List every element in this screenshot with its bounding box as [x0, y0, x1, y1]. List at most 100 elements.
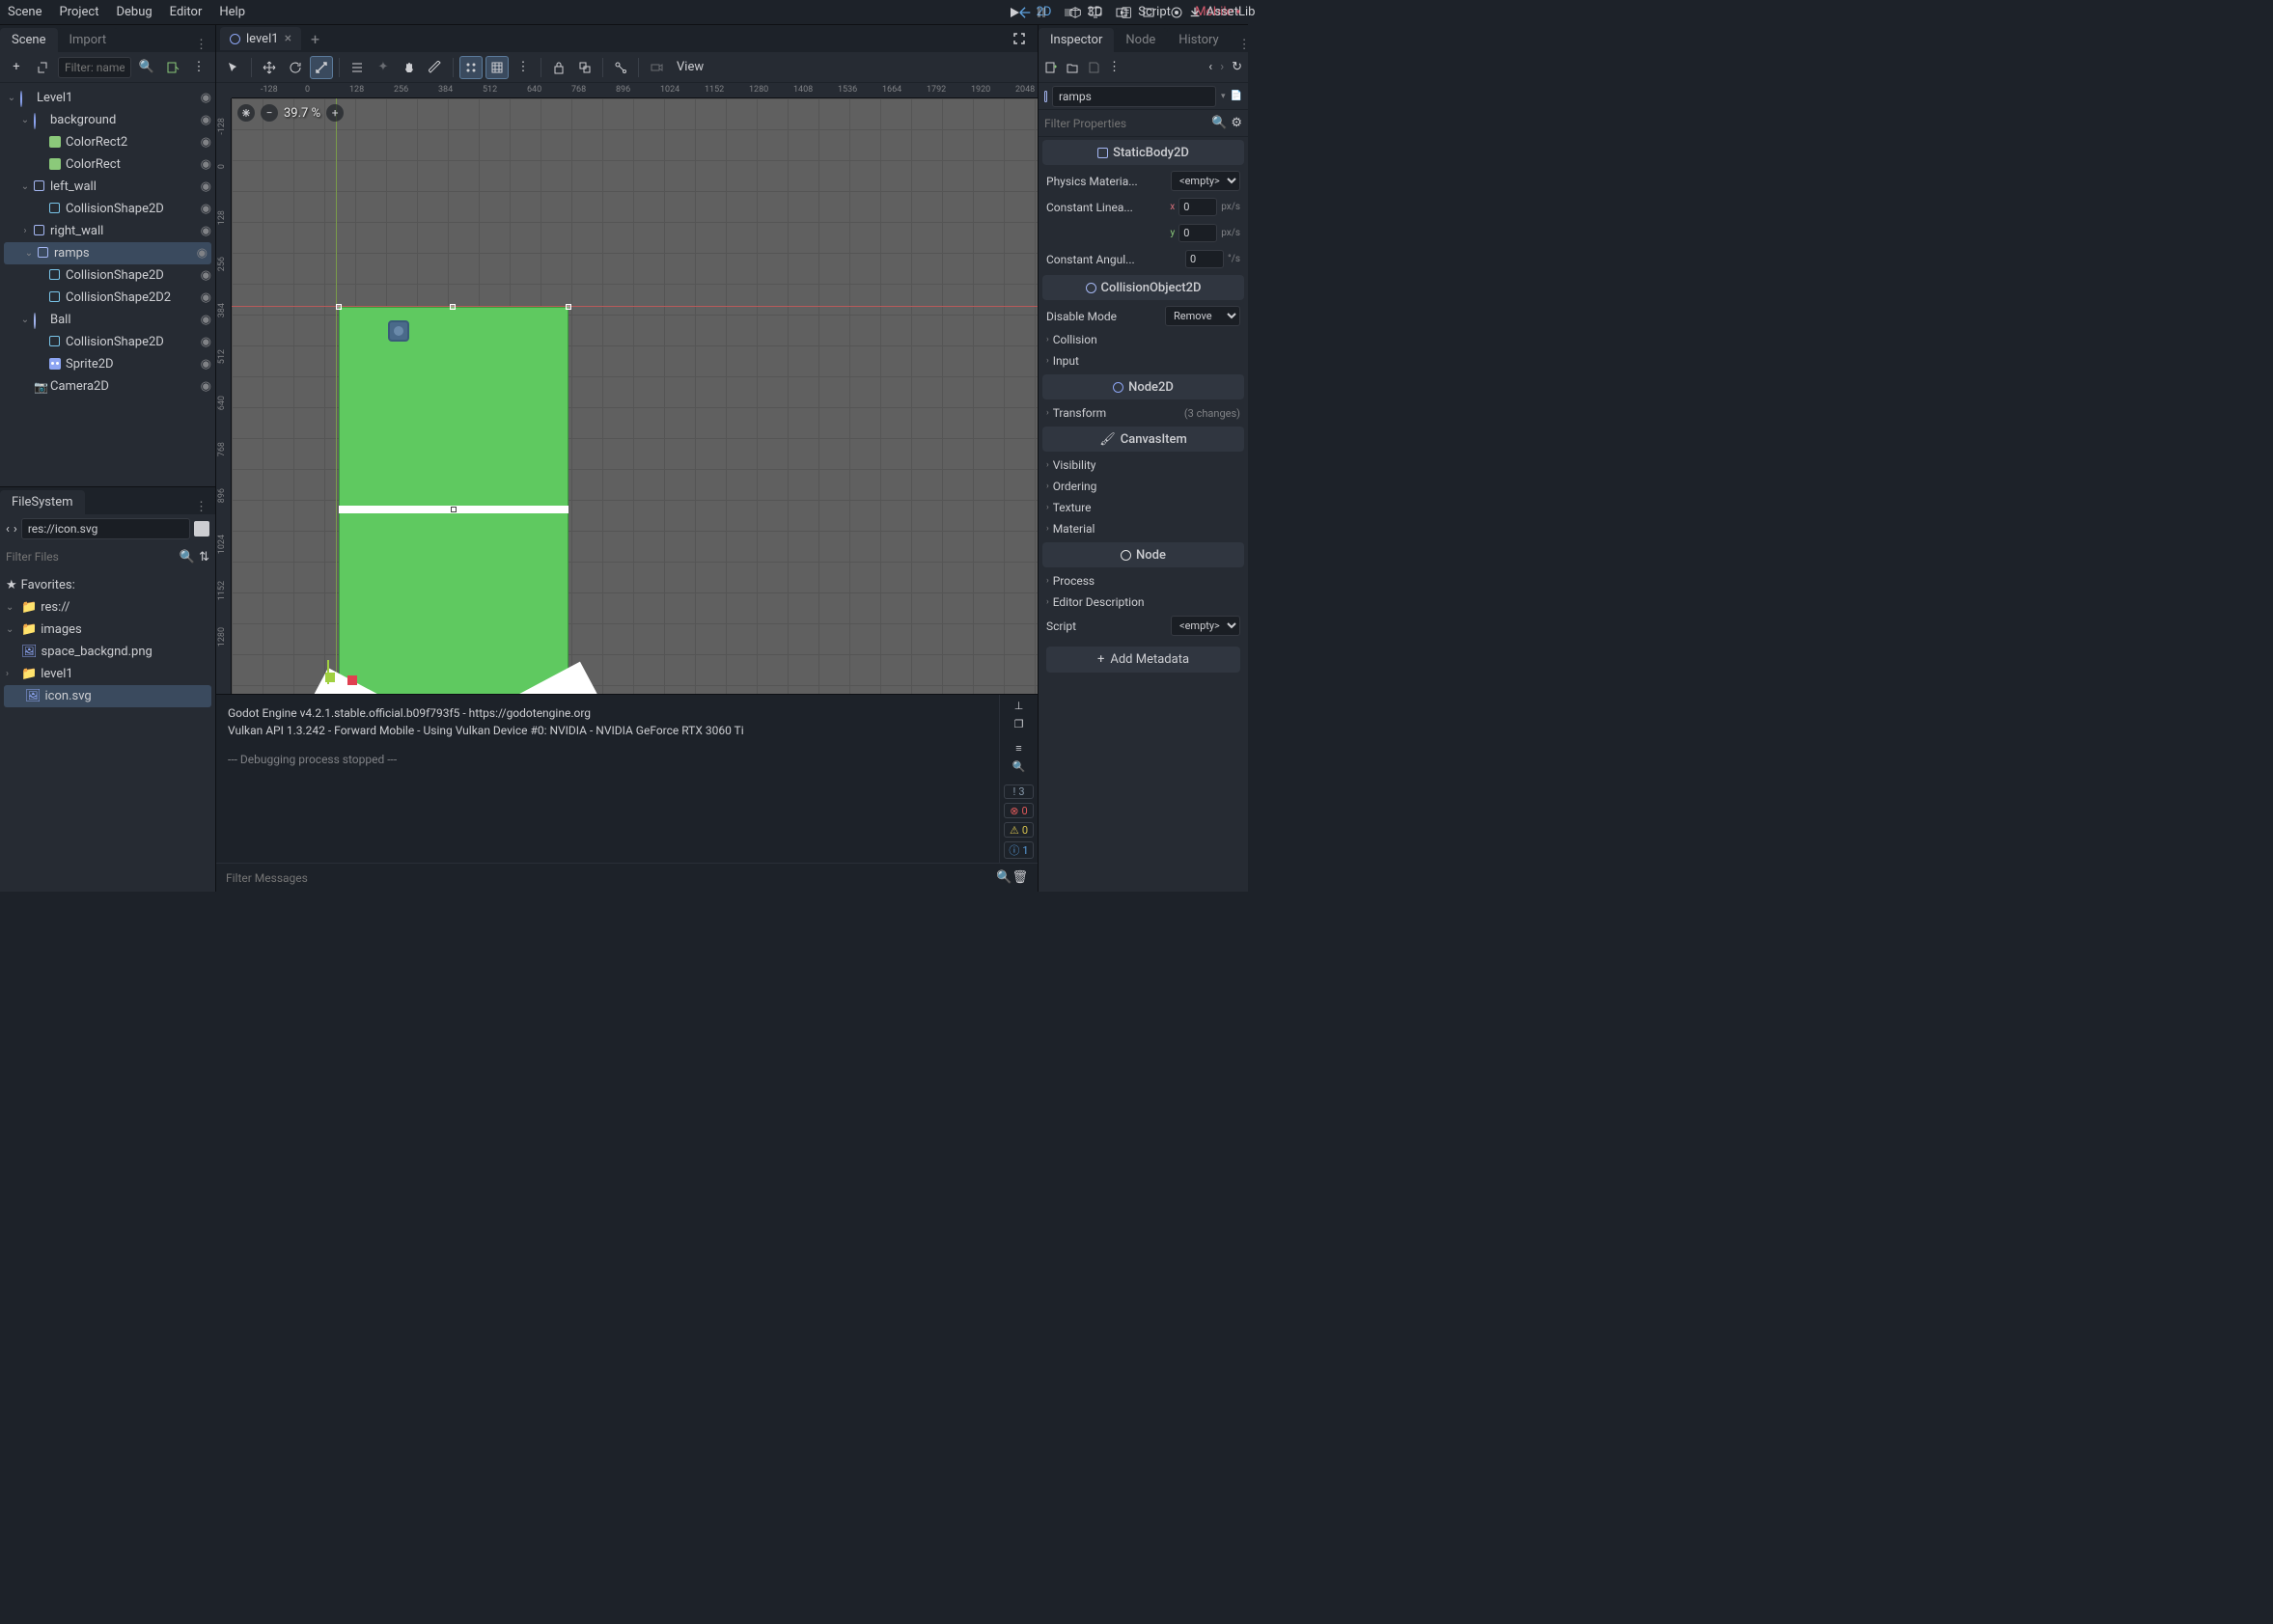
- search-icon[interactable]: 🔍: [1211, 116, 1227, 130]
- visibility-toggle[interactable]: ◉: [197, 246, 208, 261]
- fs-back-button[interactable]: ‹: [6, 522, 10, 537]
- scene-tree[interactable]: ⌄Level1◉⌄background◉ColorRect2◉ColorRect…: [0, 83, 215, 486]
- scale-tool[interactable]: [310, 56, 333, 79]
- fs-item-space-backgnd-png[interactable]: 🖼space_backgnd.png: [0, 641, 215, 663]
- dock-menu-icon[interactable]: ⋮: [187, 38, 215, 52]
- move-tool[interactable]: [258, 56, 281, 79]
- tree-node-right_wall[interactable]: ›right_wall◉: [0, 220, 215, 242]
- snap-options-button[interactable]: ⋮: [512, 56, 535, 79]
- inspector-body[interactable]: StaticBody2D Physics Materia... <empty> …: [1039, 137, 1248, 892]
- tab-import[interactable]: Import: [58, 28, 119, 52]
- visibility-toggle[interactable]: ◉: [201, 313, 211, 327]
- filesystem-menu-icon[interactable]: ⋮: [187, 500, 215, 514]
- tree-node-collisionshape2d2[interactable]: CollisionShape2D2◉: [0, 287, 215, 309]
- visibility-toggle[interactable]: ◉: [201, 379, 211, 394]
- history-back-button[interactable]: ‹: [1208, 60, 1212, 74]
- inspector-menu-icon[interactable]: ⋮: [1231, 38, 1259, 52]
- output-info-badge[interactable]: ⓘ1: [1004, 841, 1034, 859]
- instance-scene-button[interactable]: [32, 57, 53, 78]
- visibility-toggle[interactable]: ◉: [201, 357, 211, 372]
- prop-constant-linear[interactable]: Constant Linea... xpx/s: [1039, 194, 1248, 220]
- output-warn-badge[interactable]: ⚠0: [1004, 822, 1034, 838]
- search-icon[interactable]: 🔍: [996, 870, 1012, 885]
- node-name-input[interactable]: [1052, 86, 1216, 107]
- new-tab-button[interactable]: +: [301, 30, 329, 48]
- tree-node-collisionshape2d[interactable]: CollisionShape2D◉: [0, 264, 215, 287]
- menu-scene[interactable]: Scene: [8, 5, 42, 19]
- search-icon[interactable]: 🔍: [180, 550, 195, 564]
- section-node[interactable]: Node: [1042, 542, 1244, 567]
- visibility-toggle[interactable]: ◉: [201, 157, 211, 172]
- viewport-2d[interactable]: -128012825638451264076889610241152128014…: [216, 83, 1038, 694]
- visibility-toggle[interactable]: ◉: [201, 202, 211, 216]
- attach-script-button[interactable]: [162, 57, 183, 78]
- physics-material-dropdown[interactable]: <empty>: [1171, 171, 1240, 191]
- visibility-toggle[interactable]: ◉: [201, 268, 211, 283]
- menu-help[interactable]: Help: [219, 5, 245, 19]
- output-filter-input[interactable]: [226, 871, 996, 885]
- add-node-button[interactable]: +: [6, 57, 27, 78]
- fs-forward-button[interactable]: ›: [14, 522, 17, 537]
- select-tool[interactable]: [222, 56, 245, 79]
- tree-node-colorrect[interactable]: ColorRect◉: [0, 153, 215, 176]
- fs-path-input[interactable]: [21, 518, 190, 539]
- new-resource-button[interactable]: [1044, 61, 1058, 74]
- foldout-collision[interactable]: ›Collision: [1039, 329, 1248, 350]
- skeleton-button[interactable]: [609, 56, 632, 79]
- fs-item-res---[interactable]: ⌄📁res://: [0, 596, 215, 619]
- history-button[interactable]: ↻: [1232, 60, 1242, 74]
- output-search[interactable]: 🔍: [1004, 759, 1034, 774]
- search-icon[interactable]: 🔍: [136, 57, 157, 78]
- load-resource-button[interactable]: [1066, 61, 1079, 74]
- tab-filesystem[interactable]: FileSystem: [0, 490, 85, 514]
- selection-handle[interactable]: [566, 304, 571, 310]
- output-tool-3[interactable]: ≡: [1004, 741, 1034, 756]
- output-red-badge[interactable]: ⊗0: [1004, 803, 1034, 818]
- tab-history[interactable]: History: [1167, 28, 1230, 52]
- menu-editor[interactable]: Editor: [170, 5, 203, 19]
- visibility-toggle[interactable]: ◉: [201, 135, 211, 150]
- visibility-toggle[interactable]: ◉: [201, 91, 211, 105]
- section-node2d[interactable]: Node2D: [1042, 374, 1244, 399]
- visibility-toggle[interactable]: ◉: [201, 224, 211, 238]
- smart-snap-button[interactable]: [459, 56, 483, 79]
- selection-handle[interactable]: [336, 304, 342, 310]
- visibility-toggle[interactable]: ◉: [201, 335, 211, 349]
- inspector-extra-menu[interactable]: ⋮: [1108, 60, 1121, 74]
- handle-center[interactable]: [451, 507, 457, 512]
- tree-node-ramps[interactable]: ⌄ramps◉: [4, 242, 211, 264]
- prop-disable-mode[interactable]: Disable Mode Remove: [1039, 303, 1248, 329]
- scene-filter-input[interactable]: [58, 57, 131, 78]
- constant-angular-input[interactable]: [1185, 250, 1224, 268]
- property-filter-input[interactable]: [1044, 117, 1207, 130]
- zoom-out-button[interactable]: −: [261, 104, 278, 122]
- section-canvasitem[interactable]: 🖌CanvasItem: [1042, 427, 1244, 452]
- tree-node-collisionshape2d[interactable]: CollisionShape2D◉: [0, 331, 215, 353]
- pan-tool[interactable]: [398, 56, 421, 79]
- zoom-label[interactable]: 39.7 %: [284, 106, 320, 121]
- save-resource-button[interactable]: [1087, 61, 1100, 74]
- tab-scene[interactable]: Scene: [0, 28, 58, 52]
- visibility-toggle[interactable]: ◉: [201, 113, 211, 127]
- foldout-editor-description[interactable]: ›Editor Description: [1039, 592, 1248, 613]
- zoom-in-button[interactable]: +: [326, 104, 344, 122]
- tree-node-level1[interactable]: ⌄Level1◉: [0, 87, 215, 109]
- scene-extra-menu[interactable]: ⋮: [188, 57, 209, 78]
- tree-node-ball[interactable]: ⌄Ball◉: [0, 309, 215, 331]
- tree-node-collisionshape2d[interactable]: CollisionShape2D◉: [0, 198, 215, 220]
- view-menu[interactable]: View: [671, 56, 709, 79]
- tree-node-camera2d[interactable]: 📷Camera2D◉: [0, 375, 215, 398]
- stop-button[interactable]: [1060, 4, 1077, 21]
- group-button[interactable]: [573, 56, 596, 79]
- ruler-tool[interactable]: [424, 56, 447, 79]
- clear-output-button[interactable]: 🗑: [1012, 870, 1028, 885]
- property-settings-button[interactable]: ⚙: [1231, 116, 1242, 130]
- scene-tab-level1[interactable]: level1 ×: [220, 27, 301, 50]
- filesystem-tree[interactable]: ★ Favorites: ⌄📁res://⌄📁images🖼space_back…: [0, 570, 215, 892]
- tab-node[interactable]: Node: [1114, 28, 1167, 52]
- foldout-visibility[interactable]: ›Visibility: [1039, 454, 1248, 476]
- gizmo-handle-red[interactable]: [347, 675, 357, 685]
- workspace-assetlib[interactable]: AssetLib: [1188, 5, 1256, 19]
- output-tool-1[interactable]: ⊥: [1004, 699, 1034, 713]
- output-errors-badge[interactable]: !3: [1004, 784, 1034, 800]
